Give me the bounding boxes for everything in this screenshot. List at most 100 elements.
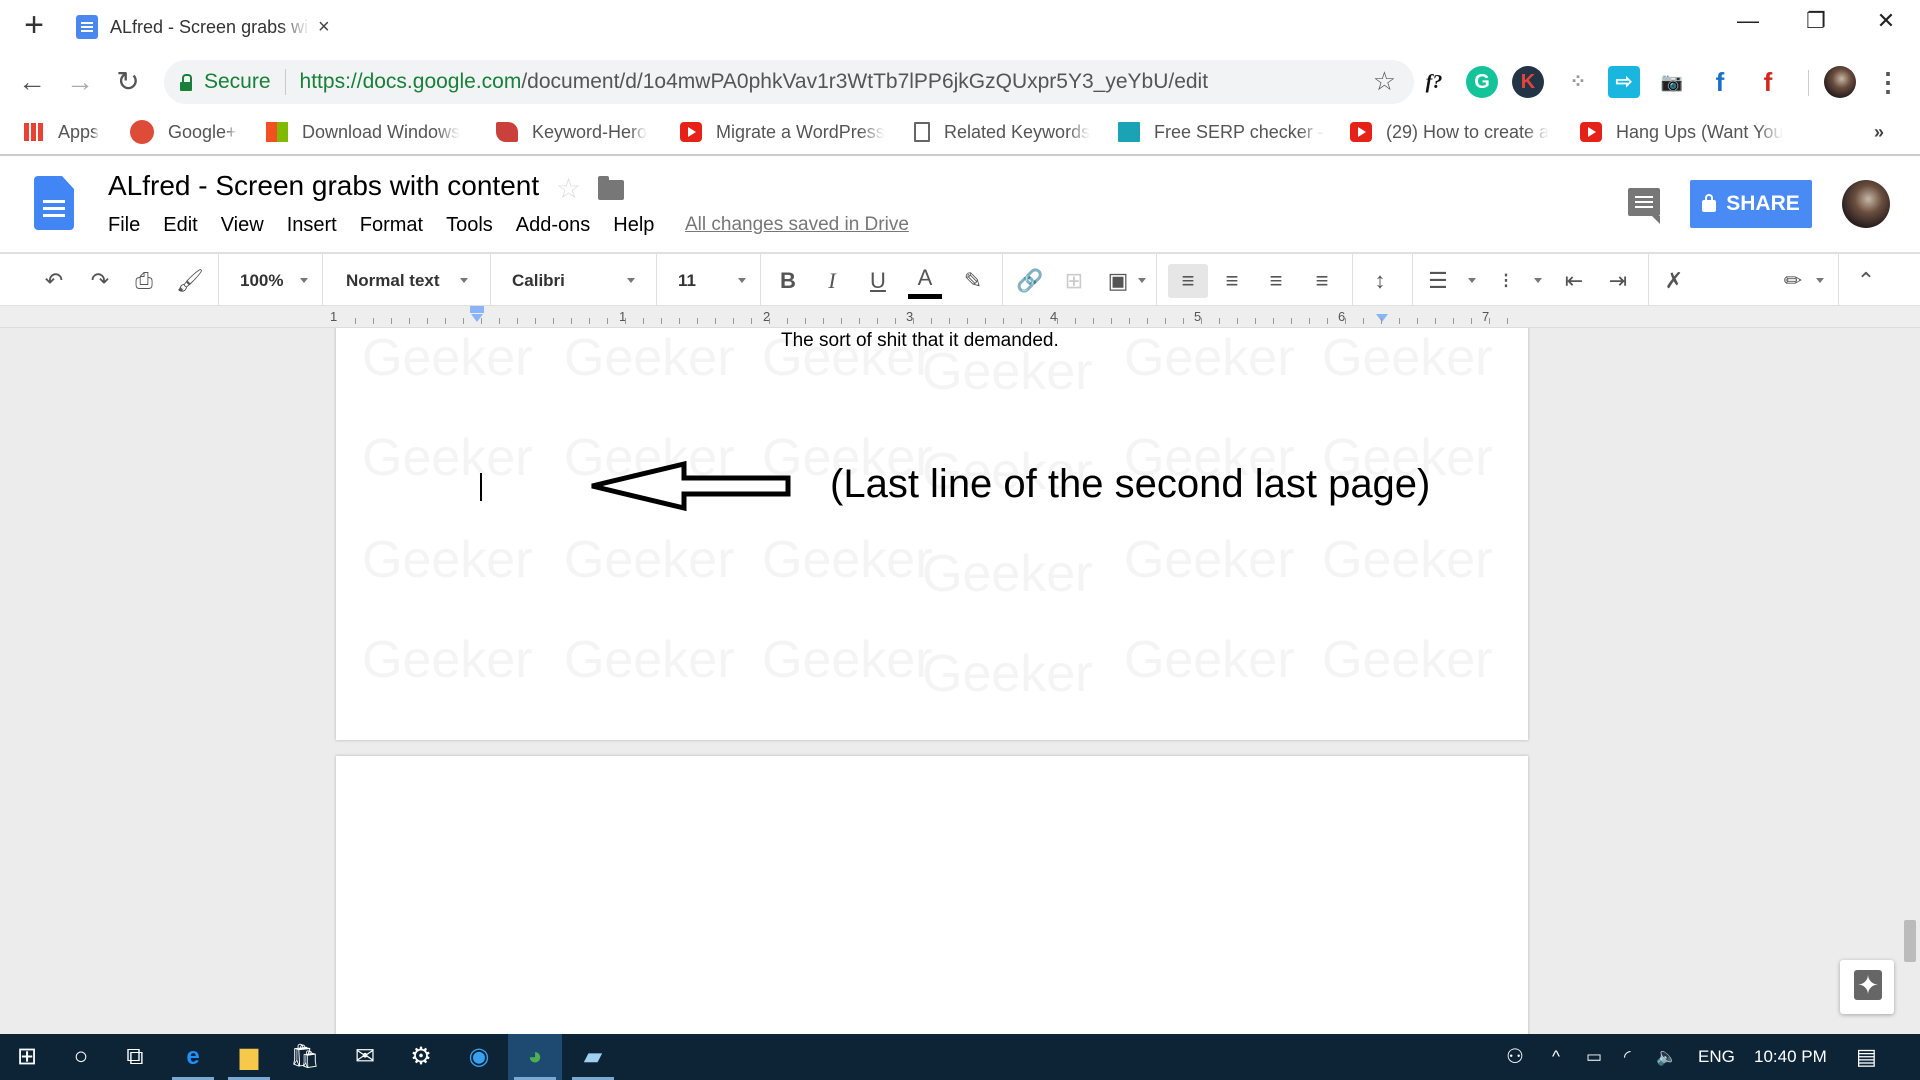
edge-icon[interactable]: e (166, 1034, 220, 1080)
reload-button[interactable]: ↻ (110, 64, 146, 100)
add-comment-icon[interactable]: ⊞ (1060, 264, 1088, 298)
document-page[interactable]: Geeker Geeker Geeker Geeker Geeker Geeker Geek… (336, 328, 1528, 740)
task-view-icon[interactable]: ⧉ (108, 1034, 162, 1080)
annotation-text[interactable]: (Last line of the second last page) (830, 462, 1430, 507)
first-line-indent-handle[interactable] (470, 306, 484, 313)
explore-button[interactable] (1840, 960, 1894, 1014)
account-avatar[interactable] (1842, 180, 1890, 228)
volume-icon[interactable]: 🔈 (1656, 1034, 1677, 1080)
highlight-color-icon[interactable]: ✎ (958, 264, 988, 298)
justify-button[interactable]: ≡ (1304, 264, 1340, 298)
facebook-icon[interactable]: f (1704, 66, 1736, 98)
show-hidden-icons-icon[interactable]: ^ (1552, 1034, 1560, 1080)
camera-icon[interactable]: 📷 (1656, 66, 1688, 98)
share-extension-icon[interactable]: ⇨ (1608, 66, 1640, 98)
collapse-menus-icon[interactable]: ⌃ (1848, 264, 1884, 298)
address-bar[interactable]: Secure https://docs.google.com/document/… (164, 60, 1414, 104)
align-right-button[interactable]: ≡ (1258, 264, 1294, 298)
notepad-icon[interactable]: ▰ (566, 1034, 620, 1080)
flipboard-icon[interactable]: f (1752, 66, 1784, 98)
line-spacing-icon[interactable]: ↕ (1362, 264, 1398, 298)
menu-file[interactable]: File (108, 214, 140, 237)
bookmark-how-to-create[interactable]: (29) How to create a (1350, 118, 1549, 146)
forward-button[interactable]: → (62, 64, 98, 100)
underline-button[interactable]: U (864, 264, 892, 298)
insert-image-icon[interactable]: ▣ (1102, 264, 1134, 298)
increase-indent-icon[interactable]: ⇥ (1600, 264, 1636, 298)
paragraph-style-select[interactable]: Normal text (346, 264, 476, 298)
insert-link-icon[interactable]: 🔗 (1014, 264, 1046, 298)
bookmark-hang-ups[interactable]: Hang Ups (Want You (1580, 118, 1783, 146)
bookmark-star-icon[interactable]: ☆ (1373, 66, 1396, 97)
settings-icon[interactable]: ⚙ (394, 1034, 448, 1080)
bookmark-keyword-hero[interactable]: Keyword-Hero (496, 118, 647, 146)
print-icon[interactable]: ⎙ (128, 264, 160, 298)
menu-tools[interactable]: Tools (446, 214, 493, 237)
align-left-button[interactable]: ≡ (1168, 264, 1208, 298)
menu-edit[interactable]: Edit (163, 214, 197, 237)
share-button[interactable]: SHARE (1690, 180, 1812, 228)
clock[interactable]: 10:40 PM (1754, 1034, 1827, 1080)
formula-icon[interactable]: f? (1418, 66, 1450, 98)
decrease-indent-icon[interactable]: ⇤ (1556, 264, 1592, 298)
text-color-button[interactable]: A (908, 264, 942, 299)
save-status-link[interactable]: All changes saved in Drive (685, 214, 909, 236)
action-center-icon[interactable]: ▤ (1856, 1034, 1877, 1080)
new-tab-button[interactable]: + (20, 8, 48, 42)
chrome-menu-icon[interactable]: ⋮ (1872, 66, 1904, 98)
italic-button[interactable]: I (818, 264, 846, 298)
comments-icon[interactable] (1628, 188, 1660, 224)
keywords-everywhere-icon[interactable]: K (1512, 66, 1544, 98)
mail-icon[interactable]: ✉ (338, 1034, 392, 1080)
bookmark-migrate-wordpress[interactable]: Migrate a WordPress (680, 118, 885, 146)
chrome-icon[interactable]: ◕ (508, 1034, 562, 1080)
docs-logo-icon[interactable] (34, 176, 74, 230)
dots-extension-icon[interactable]: ⁘ (1562, 66, 1594, 98)
start-button[interactable]: ⊞ (0, 1034, 54, 1080)
menu-help[interactable]: Help (613, 214, 654, 237)
menu-format[interactable]: Format (360, 214, 423, 237)
scrollbar-thumb[interactable] (1904, 920, 1916, 962)
ruler[interactable]: 1 1 2 3 4 5 6 7 (0, 306, 1920, 328)
safari-icon[interactable]: ◉ (452, 1034, 506, 1080)
url-text[interactable]: https://docs.google.com/document/d/1o4mw… (300, 70, 1209, 94)
menu-view[interactable]: View (221, 214, 264, 237)
bulleted-list-icon[interactable]: ⁝ (1488, 264, 1524, 298)
bookmark-free-serp-checker[interactable]: Free SERP checker - (1118, 118, 1324, 146)
bookmark-google-plus[interactable]: Google+ (130, 118, 237, 146)
browser-tab[interactable]: ALfred - Screen grabs with content × (76, 10, 330, 44)
document-title[interactable]: ALfred - Screen grabs with content (108, 170, 539, 202)
menu-insert[interactable]: Insert (287, 214, 337, 237)
bookmark-download-windows[interactable]: Download Windows (266, 118, 460, 146)
language-indicator[interactable]: ENG (1698, 1034, 1735, 1080)
tab-close-icon[interactable]: × (318, 16, 330, 39)
star-document-icon[interactable]: ☆ (556, 172, 581, 205)
clear-formatting-icon[interactable]: ✗ (1656, 264, 1692, 298)
file-explorer-icon[interactable]: ▆ (222, 1034, 276, 1080)
close-window-button[interactable]: ✕ (1866, 8, 1906, 44)
bookmarks-overflow-button[interactable]: » (1874, 118, 1884, 146)
people-icon[interactable]: ⚇ (1506, 1034, 1524, 1080)
store-icon[interactable]: 🛍 (278, 1034, 332, 1080)
bold-button[interactable]: B (774, 264, 802, 298)
bookmark-apps[interactable]: Apps (24, 118, 99, 146)
minimize-button[interactable]: — (1728, 8, 1768, 44)
document-page[interactable] (336, 756, 1528, 1034)
editing-mode-icon[interactable]: ✏ (1776, 264, 1810, 298)
menu-add-ons[interactable]: Add-ons (516, 214, 591, 237)
undo-icon[interactable]: ↶ (38, 264, 70, 298)
cortana-icon[interactable]: ○ (54, 1034, 108, 1080)
bookmark-related-keywords[interactable]: Related Keywords (914, 118, 1090, 146)
wifi-icon[interactable]: ◜ (1624, 1034, 1631, 1080)
move-to-folder-icon[interactable] (598, 176, 624, 200)
restore-button[interactable]: ❐ (1796, 8, 1836, 44)
numbered-list-icon[interactable]: ☰ (1420, 264, 1456, 298)
chrome-profile-avatar[interactable] (1824, 66, 1856, 98)
document-text-line[interactable]: The sort of shit that it demanded. (781, 330, 1059, 352)
battery-icon[interactable]: ▭ (1586, 1034, 1602, 1080)
redo-icon[interactable]: ↷ (84, 264, 116, 298)
paint-format-icon[interactable]: 🖌 (174, 264, 206, 298)
align-center-button[interactable]: ≡ (1214, 264, 1250, 298)
font-select[interactable]: Calibri (512, 264, 642, 298)
back-button[interactable]: ← (14, 64, 50, 100)
